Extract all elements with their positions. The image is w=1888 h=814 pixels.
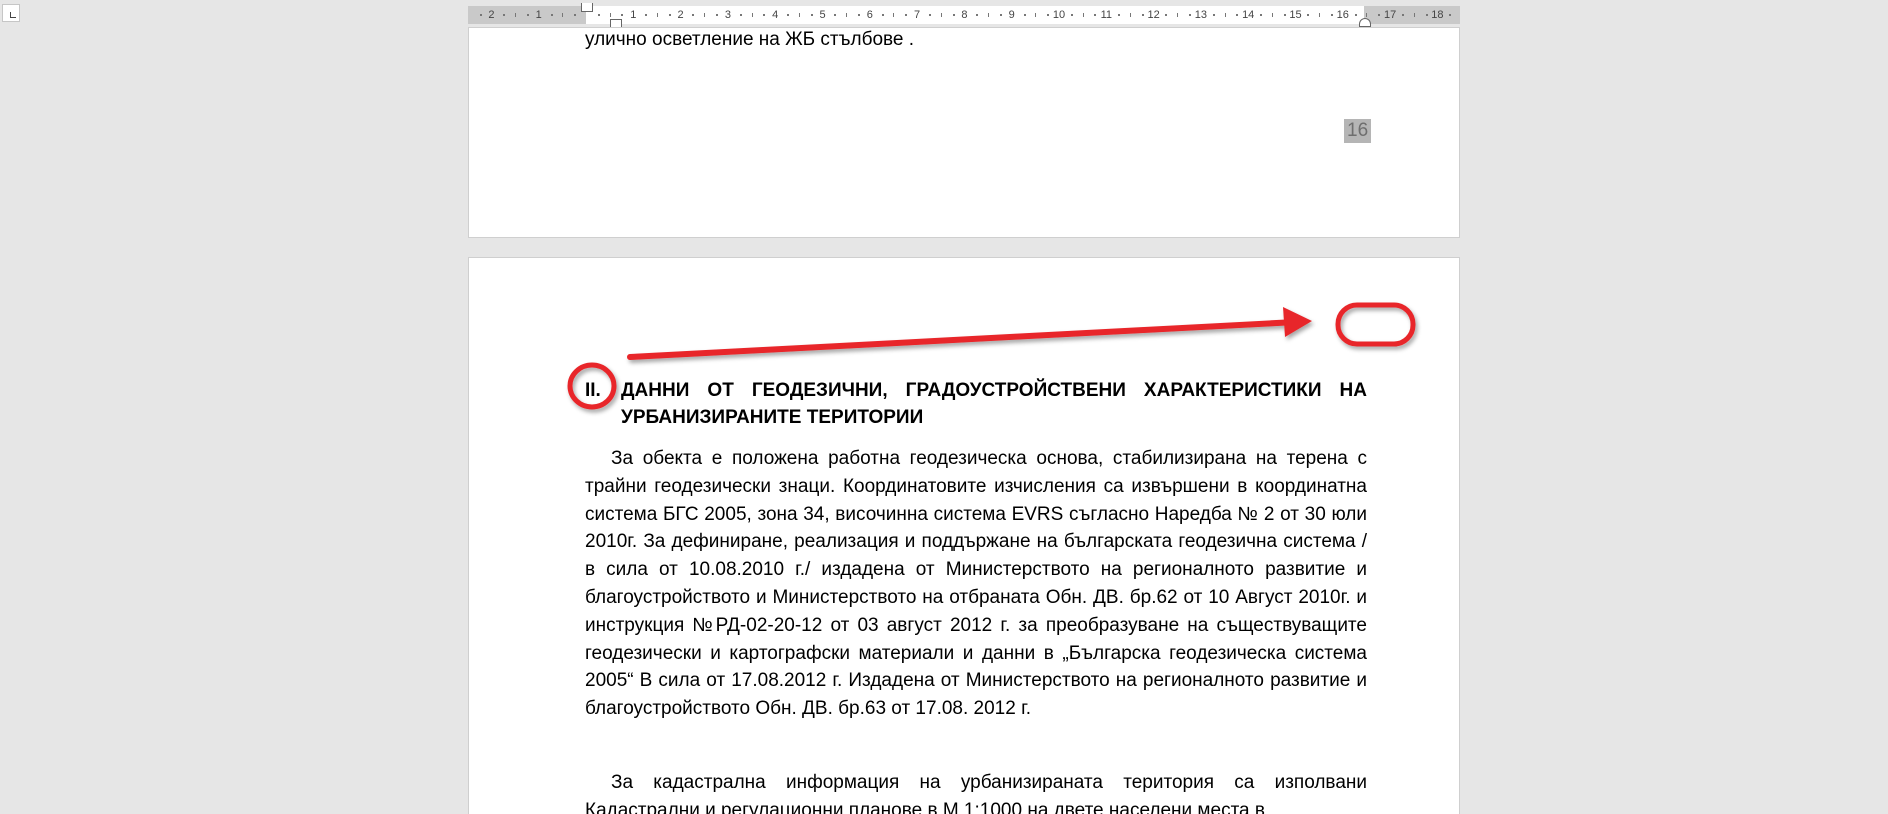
ruler-quarter-dot	[1165, 14, 1168, 16]
ruler-half-tick	[940, 13, 942, 17]
ruler-quarter-dot	[999, 14, 1002, 16]
heading-number: II.	[585, 380, 601, 401]
left-tab-icon	[10, 12, 16, 18]
ruler-number: 11	[1100, 9, 1113, 21]
ruler-quarter-dot	[1330, 14, 1333, 16]
ruler-quarter-dot	[881, 14, 884, 16]
ruler-quarter-dot	[857, 14, 860, 16]
ruler-number: 14	[1242, 9, 1255, 21]
ruler-half-tick	[1413, 13, 1415, 17]
ruler-number: 4	[772, 9, 779, 21]
ruler-half-tick	[1177, 13, 1179, 17]
ruler-quarter-dot	[716, 14, 719, 16]
ruler-half-tick	[515, 13, 517, 17]
ruler-half-tick	[1319, 13, 1321, 17]
body-paragraph: За кадастрална информация на урбанизиран…	[585, 772, 1367, 814]
ruler-half-tick	[798, 13, 800, 17]
ruler-quarter-dot	[692, 14, 695, 16]
ruler-quarter-dot	[1070, 14, 1073, 16]
ruler-number: 12	[1147, 9, 1160, 21]
ruler-quarter-dot	[1094, 14, 1097, 16]
ruler-quarter-dot	[834, 14, 837, 16]
ruler-quarter-dot	[1212, 14, 1215, 16]
ruler-quarter-dot	[1141, 14, 1144, 16]
ruler-quarter-dot	[952, 14, 955, 16]
ruler-half-tick	[1035, 13, 1037, 17]
ruler-number: 2	[488, 9, 495, 21]
ruler-quarter-dot	[1449, 14, 1452, 16]
ruler-number: 1	[630, 9, 637, 21]
ruler-half-tick	[609, 13, 611, 17]
ruler-quarter-dot	[550, 14, 553, 16]
ruler-quarter-dot	[479, 14, 482, 16]
ruler-quarter-dot	[1401, 14, 1404, 16]
tab-stop-selector[interactable]	[2, 4, 20, 22]
ruler-number: 13	[1194, 9, 1208, 21]
ruler-quarter-dot	[621, 14, 624, 16]
ruler-number: 18	[1431, 9, 1444, 21]
ruler-number: 10	[1052, 9, 1066, 21]
ruler-half-tick	[1271, 13, 1273, 17]
ruler-number: 15	[1289, 9, 1302, 21]
ruler-quarter-dot	[526, 14, 529, 16]
ruler-quarter-dot	[503, 14, 506, 16]
ruler-quarter-dot	[1307, 14, 1310, 16]
ruler-quarter-dot	[668, 14, 671, 16]
ruler-quarter-dot	[787, 14, 790, 16]
ruler-half-tick	[1366, 13, 1368, 17]
ruler-quarter-dot	[1047, 14, 1050, 16]
ruler-half-tick	[1082, 13, 1084, 17]
ruler-quarter-dot	[597, 14, 600, 16]
right-indent-marker[interactable]	[1359, 18, 1371, 27]
ruler-number: 7	[914, 9, 921, 21]
ruler-quarter-dot	[645, 14, 648, 16]
ruler-quarter-dot	[1354, 14, 1357, 16]
ruler-quarter-dot	[1023, 14, 1026, 16]
ruler-half-tick	[1129, 13, 1131, 17]
ruler-quarter-dot	[574, 14, 577, 16]
ruler-quarter-dot	[810, 14, 813, 16]
ruler-quarter-dot	[1236, 14, 1239, 16]
ruler-quarter-dot	[976, 14, 979, 16]
body-paragraph: За обекта е положена работна геодезическ…	[585, 448, 1367, 720]
ruler-quarter-dot	[1283, 14, 1286, 16]
ruler-half-tick	[988, 13, 990, 17]
ruler-half-tick	[562, 13, 564, 17]
ruler-half-tick	[846, 13, 848, 17]
ruler-half-tick	[1224, 13, 1226, 17]
document-page-16[interactable]: улично осветление на ЖБ стълбове . 16	[468, 27, 1460, 238]
ruler-quarter-dot	[1260, 14, 1263, 16]
ruler-quarter-dot	[1378, 14, 1381, 16]
ruler-number: 3	[724, 9, 731, 21]
ruler-number: 8	[961, 9, 968, 21]
ruler-quarter-dot	[763, 14, 766, 16]
ruler-half-tick	[893, 13, 895, 17]
ruler-quarter-dot	[1189, 14, 1192, 16]
ruler-half-tick	[704, 13, 706, 17]
ruler-half-tick	[751, 13, 753, 17]
ruler-quarter-dot	[905, 14, 908, 16]
section-heading: II. ДАННИ ОТ ГЕОДЕЗИЧНИ, ГРАДОУСТРОЙСТВЕ…	[585, 377, 1367, 431]
ruler-number: 5	[819, 9, 826, 21]
document-page-17[interactable]: II. ДАННИ ОТ ГЕОДЕЗИЧНИ, ГРАДОУСТРОЙСТВЕ…	[468, 257, 1460, 814]
ruler-quarter-dot	[1425, 14, 1428, 16]
ruler-number: 17	[1383, 9, 1397, 21]
page-text-line: улично осветление на ЖБ стълбове .	[585, 29, 915, 50]
ruler-number: 6	[866, 9, 873, 21]
ruler-number: 2	[677, 9, 684, 21]
ruler-number: 1	[535, 9, 542, 21]
ruler-quarter-dot	[1118, 14, 1121, 16]
ruler-number: 16	[1336, 9, 1349, 21]
ruler-number: 9	[1008, 9, 1015, 21]
ruler-quarter-dot	[739, 14, 742, 16]
ruler-half-tick	[656, 13, 658, 17]
page-number-field: 16	[1344, 119, 1372, 143]
first-line-indent-marker[interactable]	[581, 3, 593, 12]
ruler-quarter-dot	[928, 14, 931, 16]
heading-text: ДАННИ ОТ ГЕОДЕЗИЧНИ, ГРАДОУСТРОЙСТВЕНИ Х…	[621, 380, 1367, 428]
